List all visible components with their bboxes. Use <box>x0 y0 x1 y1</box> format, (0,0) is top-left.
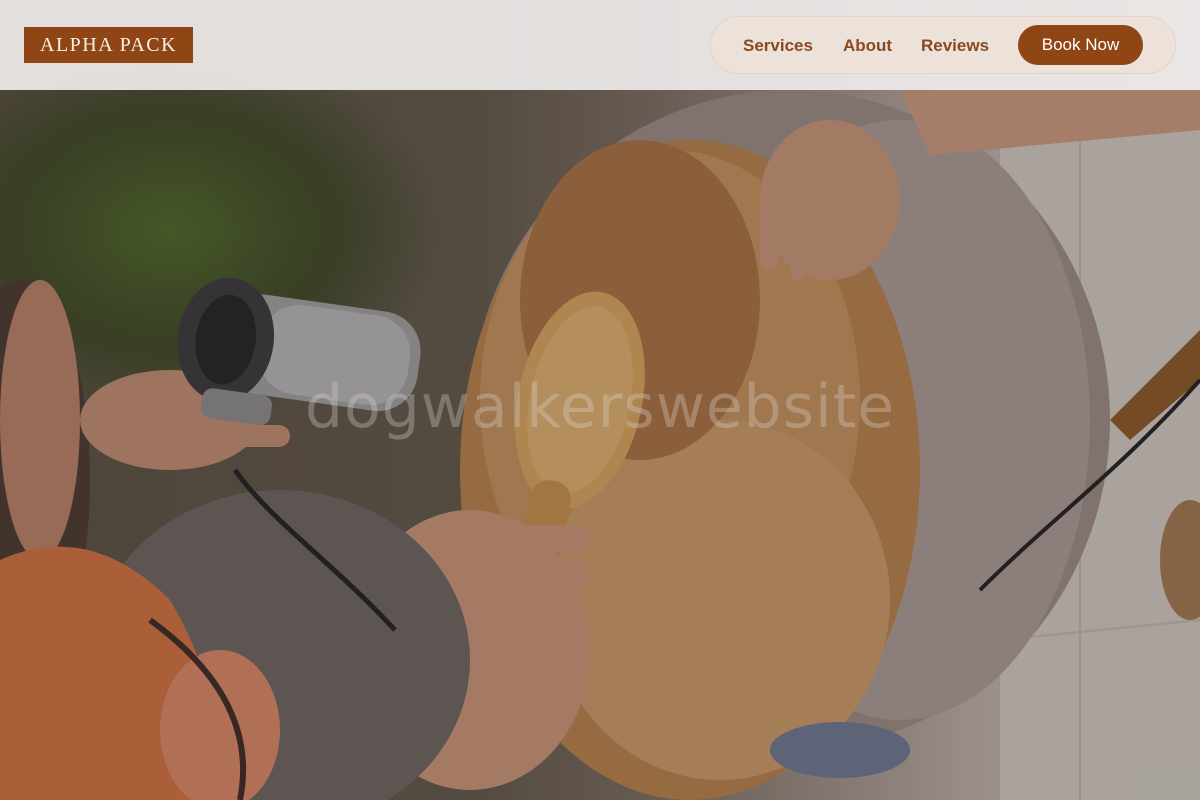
book-now-button[interactable]: Book Now <box>1018 25 1143 65</box>
nav-link-reviews[interactable]: Reviews <box>921 36 989 56</box>
watermark-text: dogwalkerswebsite <box>304 372 896 442</box>
nav-link-services[interactable]: Services <box>743 36 813 56</box>
nav-link-about[interactable]: About <box>843 36 892 56</box>
brand-logo[interactable]: ALPHA PACK <box>24 27 194 63</box>
